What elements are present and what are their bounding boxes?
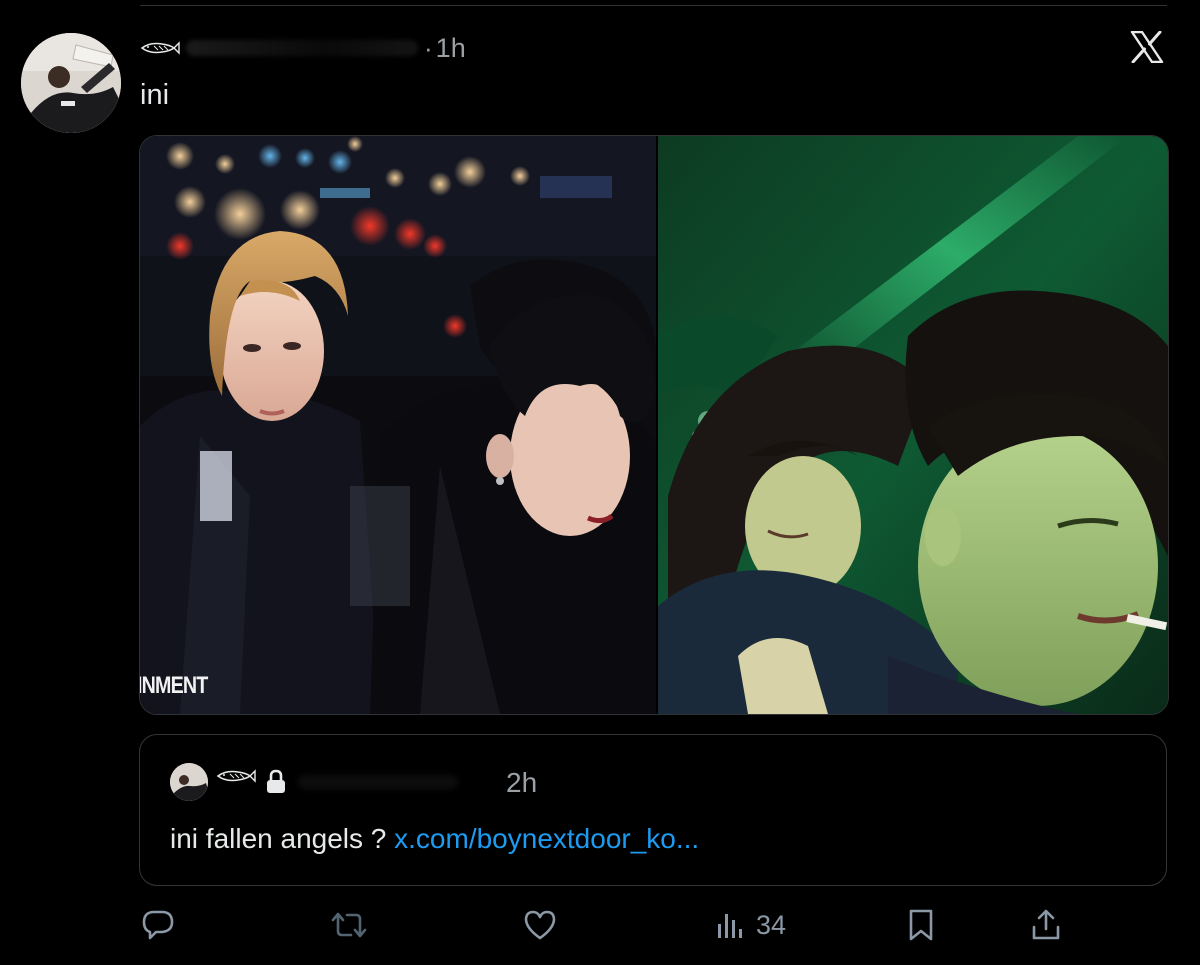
tweet-media: INMENT [139,135,1169,715]
retweet-icon [331,912,367,938]
quoted-author-avatar[interactable] [170,763,208,801]
media-image-right[interactable] [658,136,1168,714]
quoted-tweet-time[interactable]: 2h [506,767,537,799]
x-logo-icon[interactable] [1130,30,1164,64]
divider [140,5,1167,6]
quoted-author-name-redacted[interactable] [298,775,458,789]
tweet-text: ini [140,79,170,111]
image-overlay-text: INMENT [140,672,208,699]
night-street-photo [140,136,656,714]
share-button[interactable] [1030,906,1062,944]
like-button[interactable] [522,906,558,944]
green-film-still-photo [658,136,1168,714]
author-avatar[interactable] [21,33,121,133]
bookmark-button[interactable] [905,906,937,944]
views-button[interactable]: 34 [714,906,786,944]
views-icon [718,914,742,938]
author-name-redacted[interactable] [186,40,418,56]
quoted-tweet-card[interactable]: 2h ini fallen angels ? x.com/boynextdoor… [139,734,1167,886]
views-count: 34 [756,909,787,940]
retweet-button[interactable] [330,906,368,944]
reply-button[interactable] [140,906,176,944]
tweet-actions-bar: 34 [0,900,1200,950]
quoted-tweet-text: ini fallen angels ? x.com/boynextdoor_ko… [170,821,699,857]
bookmark-icon [909,909,933,941]
lock-icon [267,769,285,793]
quoted-tweet-link[interactable]: x.com/boynextdoor_ko... [394,823,699,854]
fish-emoji-icon [216,769,256,783]
fish-emoji-icon [140,41,180,55]
media-image-left[interactable]: INMENT [140,136,656,714]
time-separator: · [424,33,433,63]
tweet-container: · 1h ini INMENT 2h ini fallen angels ? x… [0,0,1200,965]
heart-icon [524,910,556,940]
reply-icon [142,910,174,940]
quoted-avatar-photo [170,763,208,801]
share-icon [1032,909,1060,940]
tweet-header: · 1h [140,30,466,66]
tweet-time[interactable]: 1h [436,34,466,62]
avatar-photo [21,33,121,133]
quoted-tweet-body: ini fallen angels ? [170,823,387,854]
